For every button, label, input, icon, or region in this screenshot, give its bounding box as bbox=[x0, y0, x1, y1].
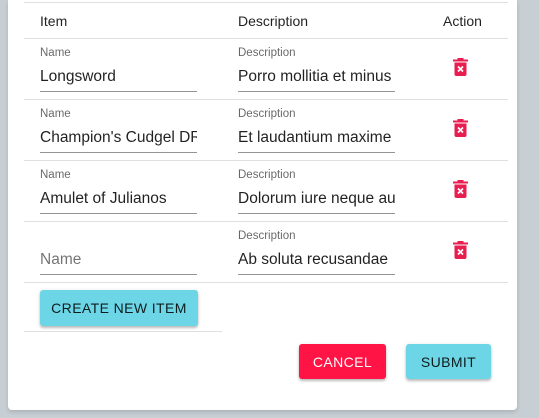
delete-forever-icon bbox=[452, 58, 468, 76]
name-field[interactable]: Name bbox=[40, 227, 197, 275]
name-field-placeholder: Name bbox=[40, 251, 82, 268]
description-field[interactable]: Description Et laudantium maxime bbox=[238, 105, 395, 153]
description-field-value: Dolorum iure neque au bbox=[238, 190, 395, 207]
description-field-value: Ab soluta recusandae bbox=[238, 251, 388, 268]
name-field[interactable]: Name Amulet of Julianos bbox=[40, 166, 197, 214]
items-table: Item Description Action Name Longsword D… bbox=[24, 3, 508, 283]
name-field-label: Name bbox=[40, 169, 71, 181]
header-item: Item bbox=[40, 13, 68, 29]
description-field-label: Description bbox=[238, 47, 296, 59]
name-field-label: Name bbox=[40, 108, 71, 120]
table-row: Name Longsword Description Porro molliti… bbox=[24, 39, 508, 100]
name-field-value: Longsword bbox=[40, 68, 116, 85]
description-field-label: Description bbox=[238, 108, 296, 120]
delete-forever-icon bbox=[452, 180, 468, 198]
table-header: Item Description Action bbox=[24, 3, 508, 39]
delete-button[interactable] bbox=[448, 177, 472, 201]
name-field[interactable]: Name Champion's Cudgel DR bbox=[40, 105, 197, 153]
name-field-label: Name bbox=[40, 47, 71, 59]
name-field[interactable]: Name Longsword bbox=[40, 44, 197, 92]
submit-button[interactable]: SUBMIT bbox=[406, 344, 491, 379]
item-editor-card: Item Description Action Name Longsword D… bbox=[8, 0, 517, 410]
cancel-button[interactable]: CANCEL bbox=[299, 344, 386, 379]
delete-button[interactable] bbox=[448, 238, 472, 262]
header-description: Description bbox=[238, 13, 309, 29]
description-field[interactable]: Description Ab soluta recusandae bbox=[238, 227, 395, 275]
delete-forever-icon bbox=[452, 119, 468, 137]
description-field-value: Porro mollitia et minus bbox=[238, 68, 392, 85]
name-field-value: Champion's Cudgel DR bbox=[40, 129, 197, 146]
delete-button[interactable] bbox=[448, 116, 472, 140]
create-item-row: CREATE NEW ITEM bbox=[24, 284, 222, 332]
name-field-value: Amulet of Julianos bbox=[40, 190, 167, 207]
table-row: Name Champion's Cudgel DR Description Et… bbox=[24, 100, 508, 161]
description-field-label: Description bbox=[238, 230, 296, 242]
create-new-item-button[interactable]: CREATE NEW ITEM bbox=[40, 290, 198, 326]
description-field-label: Description bbox=[238, 169, 296, 181]
delete-forever-icon bbox=[452, 241, 468, 259]
description-field-value: Et laudantium maxime bbox=[238, 129, 392, 146]
table-row: Name Amulet of Julianos Description Dolo… bbox=[24, 161, 508, 222]
table-row: Name Description Ab soluta recusandae bbox=[24, 222, 508, 283]
delete-button[interactable] bbox=[448, 55, 472, 79]
description-field[interactable]: Description Porro mollitia et minus bbox=[238, 44, 395, 92]
description-field[interactable]: Description Dolorum iure neque au bbox=[238, 166, 395, 214]
header-action: Action bbox=[443, 13, 482, 29]
